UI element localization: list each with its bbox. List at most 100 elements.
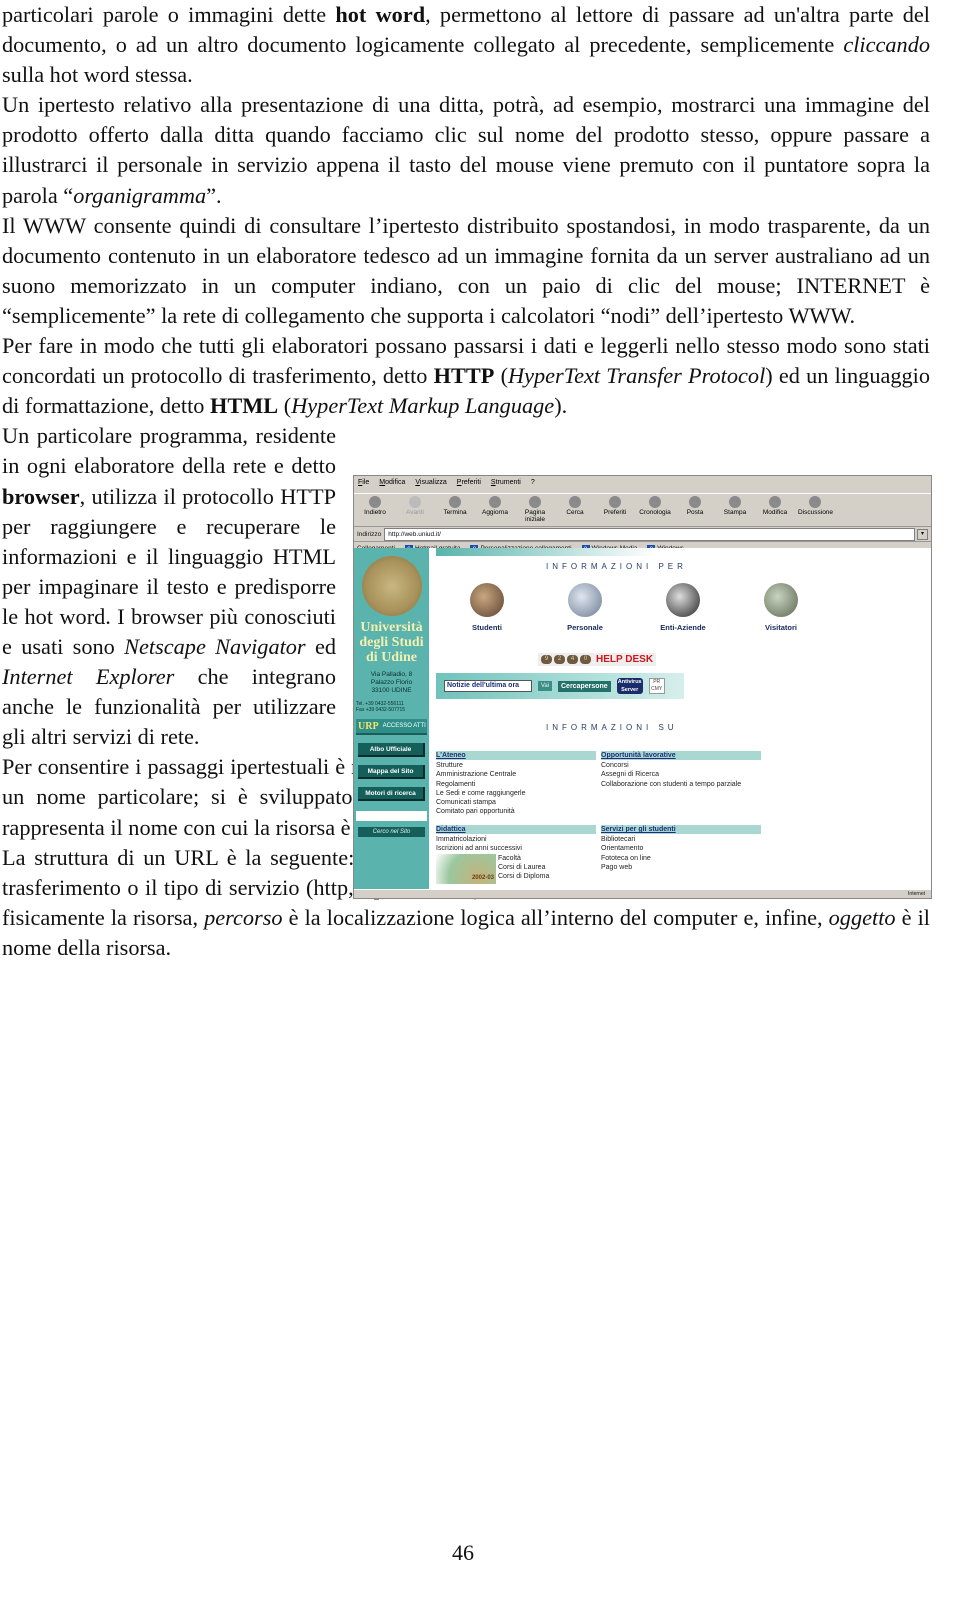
mail-button[interactable]: Posta	[678, 496, 712, 516]
status-zone: Internet	[908, 891, 925, 897]
menu-visualizza[interactable]: Visualizza	[415, 479, 446, 493]
section-title[interactable]: Didattica	[436, 825, 596, 835]
section-title[interactable]: Opportunità lavorative	[601, 751, 761, 761]
category-enti-aziende[interactable]: Enti-Aziende	[652, 583, 714, 632]
menu-file[interactable]: File	[358, 479, 369, 493]
urp-label: URP	[358, 720, 379, 732]
didattica-sublinks: Facoltà Corsi di Laurea Corsi di Diploma	[498, 854, 549, 884]
section-link[interactable]: Pago web	[601, 863, 761, 872]
site-sidebar: Università degli Studi di Udine Via Pall…	[354, 548, 429, 890]
menu-strumenti[interactable]: Strumenti	[491, 479, 521, 493]
urp-sub: ACCESSO ATTI	[382, 723, 426, 729]
category-studenti[interactable]: Studenti	[456, 583, 518, 632]
news-select[interactable]: Notizie dell'ultima ora	[444, 680, 532, 692]
label: Posta	[686, 509, 704, 516]
browser-screenshot: File Modifica Visualizza Preferiti Strum…	[353, 475, 932, 899]
prc-badge[interactable]: PR CMY	[648, 678, 665, 694]
section-link[interactable]: Immatricolazioni	[436, 835, 596, 844]
text: , utilizza il protocollo HTTP per raggiu…	[2, 483, 336, 659]
section-link[interactable]: Assegni di Ricerca	[601, 770, 761, 779]
stop-button[interactable]: Termina	[438, 496, 472, 516]
header-band	[436, 548, 656, 556]
forward-arrow-icon	[409, 496, 421, 508]
info-per-title: INFORMAZIONI PER	[546, 562, 687, 571]
edit-icon	[769, 496, 781, 508]
section-link[interactable]: Regolamenti	[436, 780, 596, 789]
back-button[interactable]: Indietro	[358, 496, 392, 516]
term-http-expansion: HyperText Transfer Protocol	[508, 363, 766, 389]
section-link[interactable]: Le Sedi e come raggiungerle	[436, 789, 596, 798]
home-icon	[529, 496, 541, 508]
section-link[interactable]: Collaborazione con studenti a tempo parz…	[601, 780, 761, 789]
urp-link[interactable]: URP ACCESSO ATTI	[356, 719, 427, 735]
menu-help[interactable]: ?	[531, 479, 535, 493]
albo-ufficiale-button[interactable]: Albo Ufficiale	[358, 743, 425, 757]
category-visitatori[interactable]: Visitatori	[750, 583, 812, 632]
year-badge: 2002-03	[471, 875, 494, 882]
menu-modifica[interactable]: Modifica	[379, 479, 405, 493]
section-link[interactable]: Concorsi	[601, 761, 761, 770]
search-button[interactable]: Cerca	[558, 496, 592, 516]
address-dropdown-icon[interactable]: ▾	[917, 528, 928, 540]
section-title[interactable]: Servizi per gli studenti	[601, 825, 761, 835]
didattica-box: 2002-03 Facoltà Corsi di Laurea Corsi di…	[436, 853, 596, 884]
label: Preferiti	[603, 509, 627, 516]
help-digit: 0	[580, 655, 591, 664]
section-link[interactable]: Orientamento	[601, 844, 761, 853]
discuss-icon	[809, 496, 821, 508]
section-link[interactable]: Iscrizioni ad anni successivi	[436, 844, 596, 853]
address-input[interactable]: http://web.uniud.it/	[384, 527, 915, 541]
term-html-expansion: HyperText Markup Language	[291, 393, 555, 419]
label: Stampa	[723, 509, 747, 516]
term-oggetto: oggetto	[828, 904, 896, 930]
section-title[interactable]: L'Ateneo	[436, 751, 596, 761]
search-icon	[569, 496, 581, 508]
section-link[interactable]: Facoltà	[498, 854, 549, 863]
section-link[interactable]: Fototeca on line	[601, 854, 761, 863]
print-button[interactable]: Stampa	[718, 496, 752, 516]
label: Avanti	[406, 509, 424, 516]
term-cliccando: cliccando	[843, 32, 930, 58]
favorites-button[interactable]: Preferiti	[598, 496, 632, 516]
label: Termina	[443, 509, 467, 516]
antivirus-server-button[interactable]: Antivirus Server	[616, 678, 643, 694]
motori-ricerca-button[interactable]: Motori di ricerca	[358, 787, 425, 801]
section-link[interactable]: Comunicati stampa	[436, 798, 596, 807]
visitatori-photo-icon	[764, 583, 798, 617]
section-link[interactable]: Bibliotecari	[601, 835, 761, 844]
mail-icon	[689, 496, 701, 508]
refresh-button[interactable]: Aggiorna	[478, 496, 512, 516]
fax: Fax +39 0432-507715	[356, 707, 406, 713]
history-button[interactable]: Cronologia	[638, 496, 672, 516]
page-number: 46	[452, 1540, 474, 1565]
text: (	[494, 363, 508, 389]
site-search-button[interactable]: Cerco nel Sito	[358, 827, 425, 837]
label: Cerca	[566, 509, 584, 516]
refresh-icon	[489, 496, 501, 508]
home-button[interactable]: Pagina iniziale	[518, 496, 552, 523]
paragraph-www: Il WWW consente quindi di consultare l’i…	[2, 212, 930, 328]
menu-preferiti[interactable]: Preferiti	[457, 479, 481, 493]
help-digit: 9	[541, 655, 552, 664]
help-digit: 4	[567, 655, 578, 664]
text: particolari parole o immagini dette	[2, 2, 336, 27]
forward-button[interactable]: Avanti	[398, 496, 432, 516]
text: (	[278, 393, 292, 419]
cercapersone-button[interactable]: Cercapersone	[558, 680, 611, 692]
text: sulla hot word stessa.	[2, 62, 193, 88]
go-button[interactable]: Vai	[538, 681, 552, 691]
section-link[interactable]: Comitato pari opportunità	[436, 807, 596, 816]
section-link[interactable]: Amministrazione Centrale	[436, 770, 596, 779]
section-link[interactable]: Strutture	[436, 761, 596, 770]
edit-button[interactable]: Modifica	[758, 496, 792, 516]
site-search-input[interactable]	[356, 811, 427, 821]
help-desk-link[interactable]: 9 2 4 0 HELP DESK	[538, 653, 657, 666]
category-personale[interactable]: Personale	[554, 583, 616, 632]
section-link[interactable]: Corsi di Diploma	[498, 872, 549, 881]
mappa-sito-button[interactable]: Mappa del Sito	[358, 765, 425, 779]
print-icon	[729, 496, 741, 508]
section-link[interactable]: Corsi di Laurea	[498, 863, 549, 872]
text: La struttura di un URL è la seguente:	[2, 844, 363, 870]
discuss-button[interactable]: Discussione	[798, 496, 833, 516]
contacts: Tel. +39 0432-556111 Fax +39 0432-507715	[356, 701, 427, 713]
